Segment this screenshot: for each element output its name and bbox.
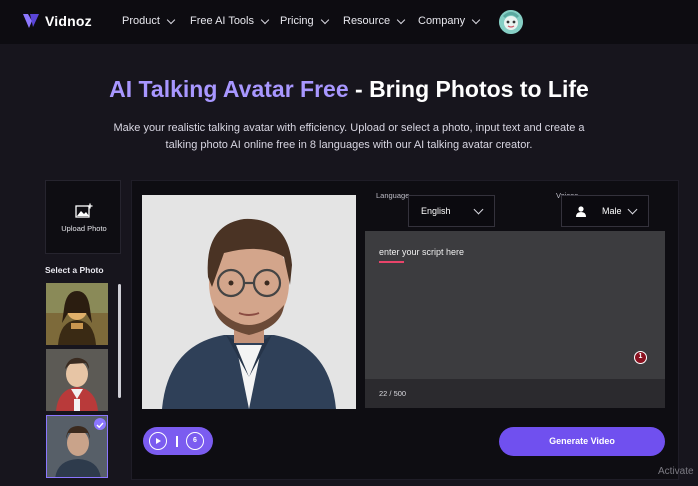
brand-name: Vidnoz — [45, 13, 92, 29]
top-nav: Vidnoz Product Free AI Tools Pricing Res… — [0, 0, 698, 44]
script-textarea[interactable]: enter your script here 1 22 / 500 — [365, 231, 665, 408]
grammar-issue-badge[interactable]: 1 — [634, 351, 647, 364]
nav-resource-label: Resource — [343, 15, 391, 27]
mona-lisa-image — [46, 283, 108, 345]
chevron-down-icon — [260, 15, 270, 24]
image-upload-icon — [75, 203, 93, 218]
select-photo-heading: Select a Photo — [45, 265, 104, 275]
character-counter: 22 / 500 — [379, 389, 407, 398]
divider — [176, 436, 178, 447]
voice-dropdown[interactable]: Male — [561, 195, 649, 227]
language-label: Language — [376, 191, 410, 200]
speed-timer-icon[interactable]: 6 — [186, 432, 204, 450]
photo-thumbnail-napoleon[interactable] — [46, 349, 108, 411]
voice-value: Male — [602, 206, 622, 216]
chevron-down-icon — [320, 15, 329, 24]
nav-free-ai-tools-label: Free AI Tools — [190, 15, 254, 27]
user-avatar-icon — [499, 10, 523, 34]
nav-pricing-label: Pricing — [280, 15, 314, 27]
photo-thumbnail-mona-lisa[interactable] — [46, 283, 108, 345]
chevron-down-icon — [471, 15, 481, 24]
activation-watermark: Activate — [658, 466, 694, 477]
photo-list-scrollbar[interactable] — [118, 284, 121, 398]
logo[interactable]: Vidnoz — [22, 12, 92, 30]
nav-company[interactable]: Company — [418, 15, 481, 27]
avatar-preview-image — [142, 195, 356, 409]
page-title: AI Talking Avatar Free - Bring Photos to… — [0, 76, 698, 103]
user-avatar[interactable] — [499, 10, 523, 34]
upload-photo-button[interactable]: Upload Photo — [45, 180, 121, 254]
nav-resource[interactable]: Resource — [343, 15, 406, 27]
chevron-down-icon — [166, 15, 176, 24]
spellcheck-underline — [379, 261, 404, 263]
language-value: English — [421, 206, 451, 216]
chevron-down-icon — [473, 204, 484, 215]
play-icon[interactable] — [149, 432, 167, 450]
avatar-preview — [142, 195, 356, 409]
script-text: enter your script here — [379, 247, 465, 257]
script-footer: 22 / 500 — [365, 379, 665, 408]
playback-controls: 6 — [143, 427, 213, 455]
title-highlight: AI Talking Avatar Free — [109, 76, 349, 102]
vidnoz-logo-icon — [23, 14, 39, 28]
nav-free-ai-tools[interactable]: Free AI Tools — [190, 15, 270, 27]
selected-check-icon — [94, 418, 106, 430]
upload-photo-label: Upload Photo — [61, 224, 107, 233]
page-subtitle: Make your realistic talking avatar with … — [113, 122, 585, 151]
napoleon-image — [46, 349, 108, 411]
nav-product-label: Product — [122, 15, 160, 27]
nav-product[interactable]: Product — [122, 15, 176, 27]
chevron-down-icon — [396, 15, 406, 24]
nav-pricing[interactable]: Pricing — [280, 15, 329, 27]
chevron-down-icon — [627, 204, 638, 215]
generate-video-button[interactable]: Generate Video — [499, 427, 665, 456]
language-dropdown[interactable]: English — [408, 195, 495, 227]
title-rest: - Bring Photos to Life — [348, 76, 589, 102]
person-icon — [576, 205, 586, 217]
photo-thumbnail-man-selected[interactable] — [46, 415, 108, 478]
nav-company-label: Company — [418, 15, 466, 27]
